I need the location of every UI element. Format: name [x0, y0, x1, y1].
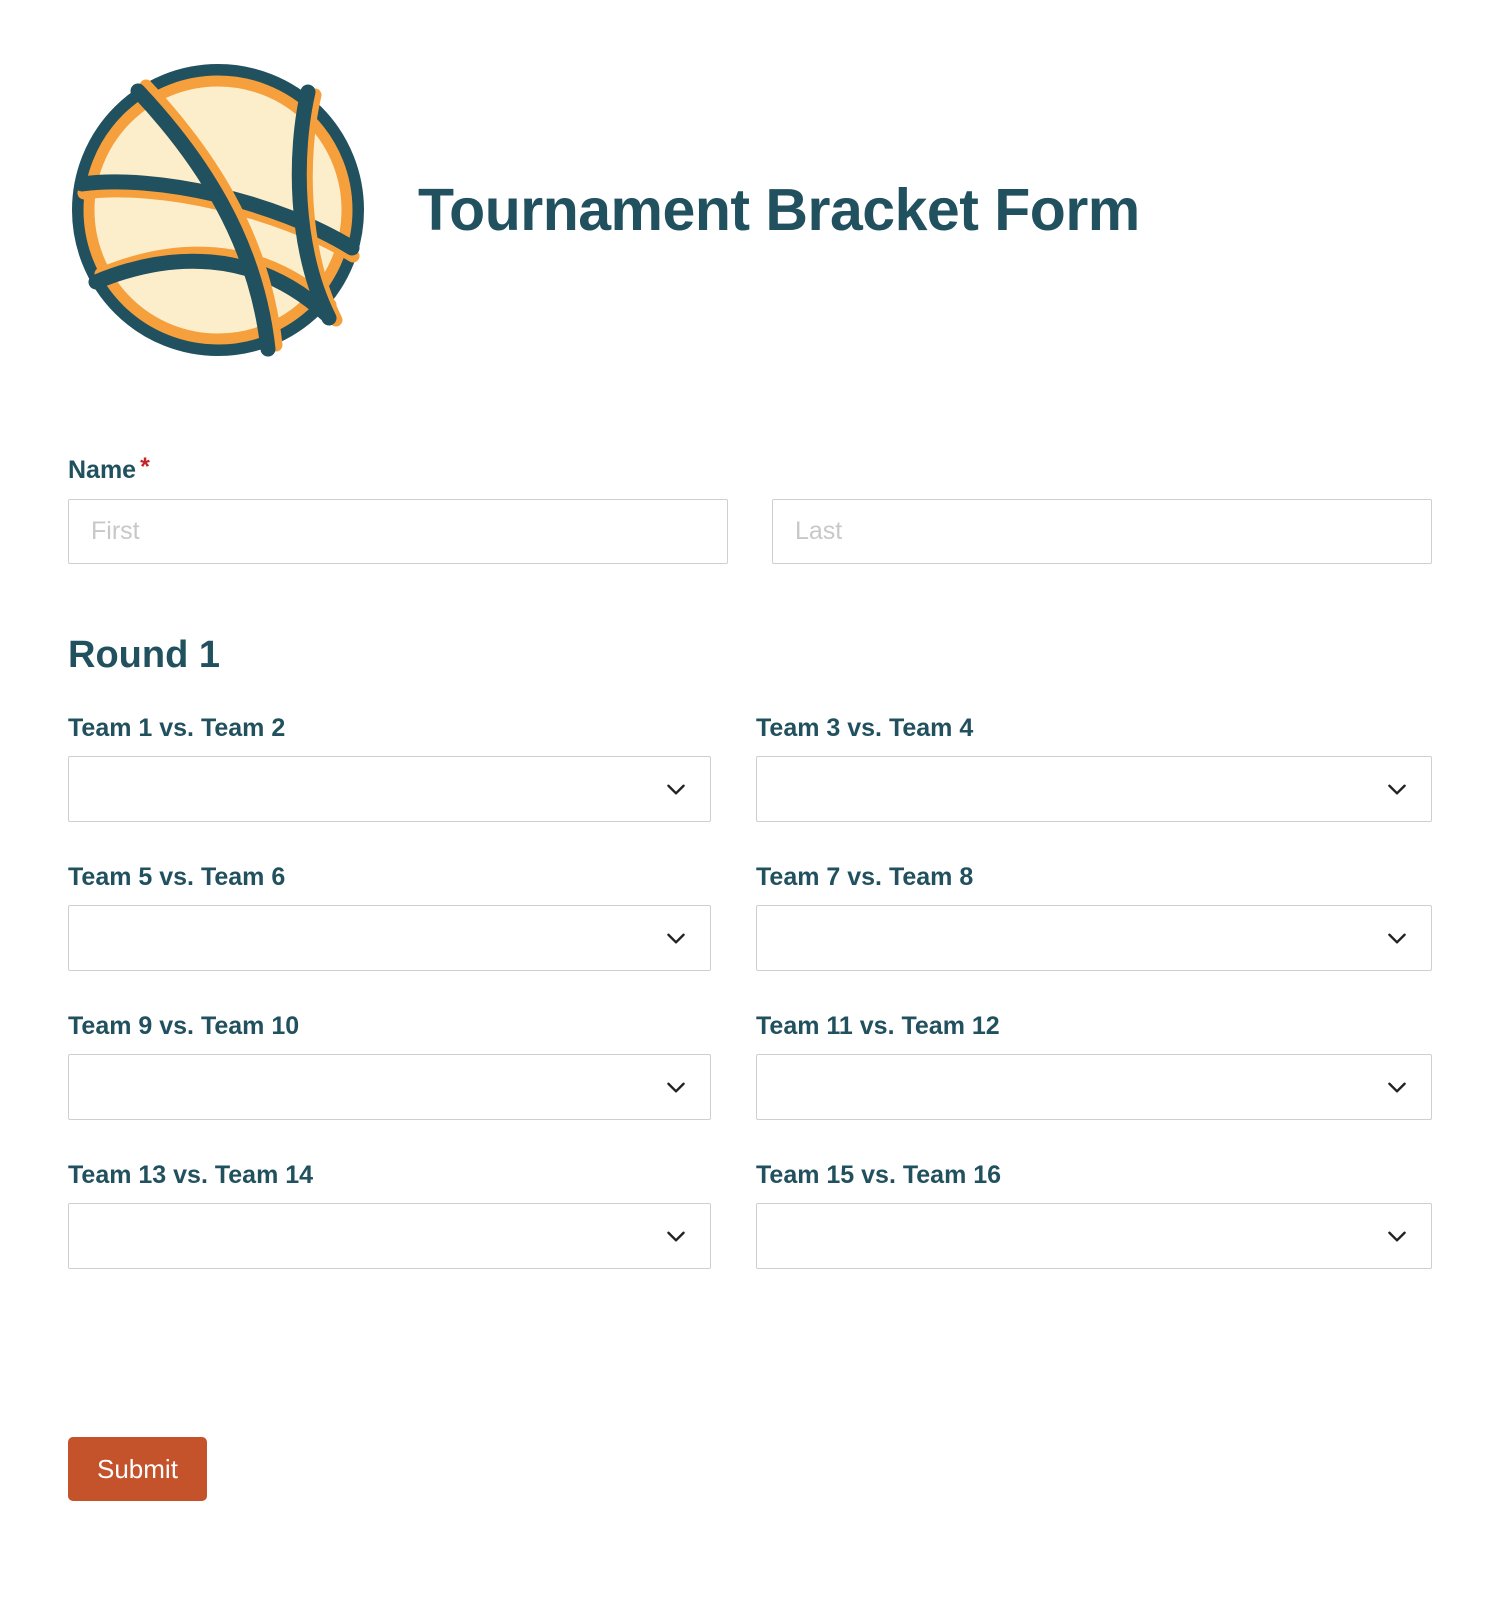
- winner-select-2[interactable]: [756, 756, 1432, 822]
- matchup-label: Team 5 vs. Team 6: [68, 863, 286, 891]
- matchup-team-11-vs-team-12: Team 11 vs. Team 12: [756, 1011, 1432, 1120]
- select-wrapper: [68, 1203, 711, 1269]
- matchup-team-1-vs-team-2: Team 1 vs. Team 2: [68, 713, 711, 822]
- matchup-team-7-vs-team-8: Team 7 vs. Team 8: [756, 862, 1432, 971]
- winner-select-4[interactable]: [756, 905, 1432, 971]
- submit-button[interactable]: Submit: [68, 1437, 207, 1501]
- name-label-text: Name: [68, 456, 137, 484]
- form-header: Tournament Bracket Form: [0, 0, 1500, 360]
- name-label-block: Name *: [0, 455, 1500, 485]
- matchup-label: Team 13 vs. Team 14: [68, 1161, 314, 1189]
- matchup-label: Team 11 vs. Team 12: [756, 1012, 1000, 1040]
- select-wrapper: [756, 905, 1432, 971]
- winner-select-3[interactable]: [68, 905, 711, 971]
- select-wrapper: [756, 756, 1432, 822]
- name-inputs-row: [0, 499, 1500, 564]
- last-name-input[interactable]: [772, 499, 1432, 564]
- select-wrapper: [68, 756, 711, 822]
- matchup-team-3-vs-team-4: Team 3 vs. Team 4: [756, 713, 1432, 822]
- winner-select-6[interactable]: [756, 1054, 1432, 1120]
- submit-area: Submit: [68, 1437, 207, 1501]
- matchup-grid: Team 1 vs. Team 2 Team 3 vs. Team 4 Team…: [0, 713, 1500, 1269]
- select-wrapper: [68, 905, 711, 971]
- first-name-input[interactable]: [68, 499, 728, 564]
- matchup-team-5-vs-team-6: Team 5 vs. Team 6: [68, 862, 711, 971]
- name-label: Name *: [68, 455, 1432, 485]
- matchup-label: Team 9 vs. Team 10: [68, 1012, 300, 1040]
- page-title: Tournament Bracket Form: [418, 176, 1140, 243]
- winner-select-5[interactable]: [68, 1054, 711, 1120]
- matchup-team-15-vs-team-16: Team 15 vs. Team 16: [756, 1160, 1432, 1269]
- winner-select-8[interactable]: [756, 1203, 1432, 1269]
- winner-select-1[interactable]: [68, 756, 711, 822]
- round-heading: Round 1: [68, 634, 220, 676]
- matchup-label: Team 3 vs. Team 4: [756, 714, 974, 742]
- tournament-bracket-form-page: Tournament Bracket Form Name* Round 1 Te…: [0, 0, 1500, 1607]
- matchup-team-9-vs-team-10: Team 9 vs. Team 10: [68, 1011, 711, 1120]
- matchup-label: Team 15 vs. Team 16: [756, 1161, 1002, 1189]
- required-asterisk: *: [140, 453, 150, 481]
- basketball-icon: [68, 60, 368, 360]
- select-wrapper: [756, 1054, 1432, 1120]
- name-section: Name *: [0, 455, 1500, 564]
- winner-select-7[interactable]: [68, 1203, 711, 1269]
- matchup-label: Team 7 vs. Team 8: [756, 863, 974, 891]
- matchup-team-13-vs-team-14: Team 13 vs. Team 14: [68, 1160, 711, 1269]
- select-wrapper: [756, 1203, 1432, 1269]
- select-wrapper: [68, 1054, 711, 1120]
- matchup-label: Team 1 vs. Team 2: [68, 714, 286, 742]
